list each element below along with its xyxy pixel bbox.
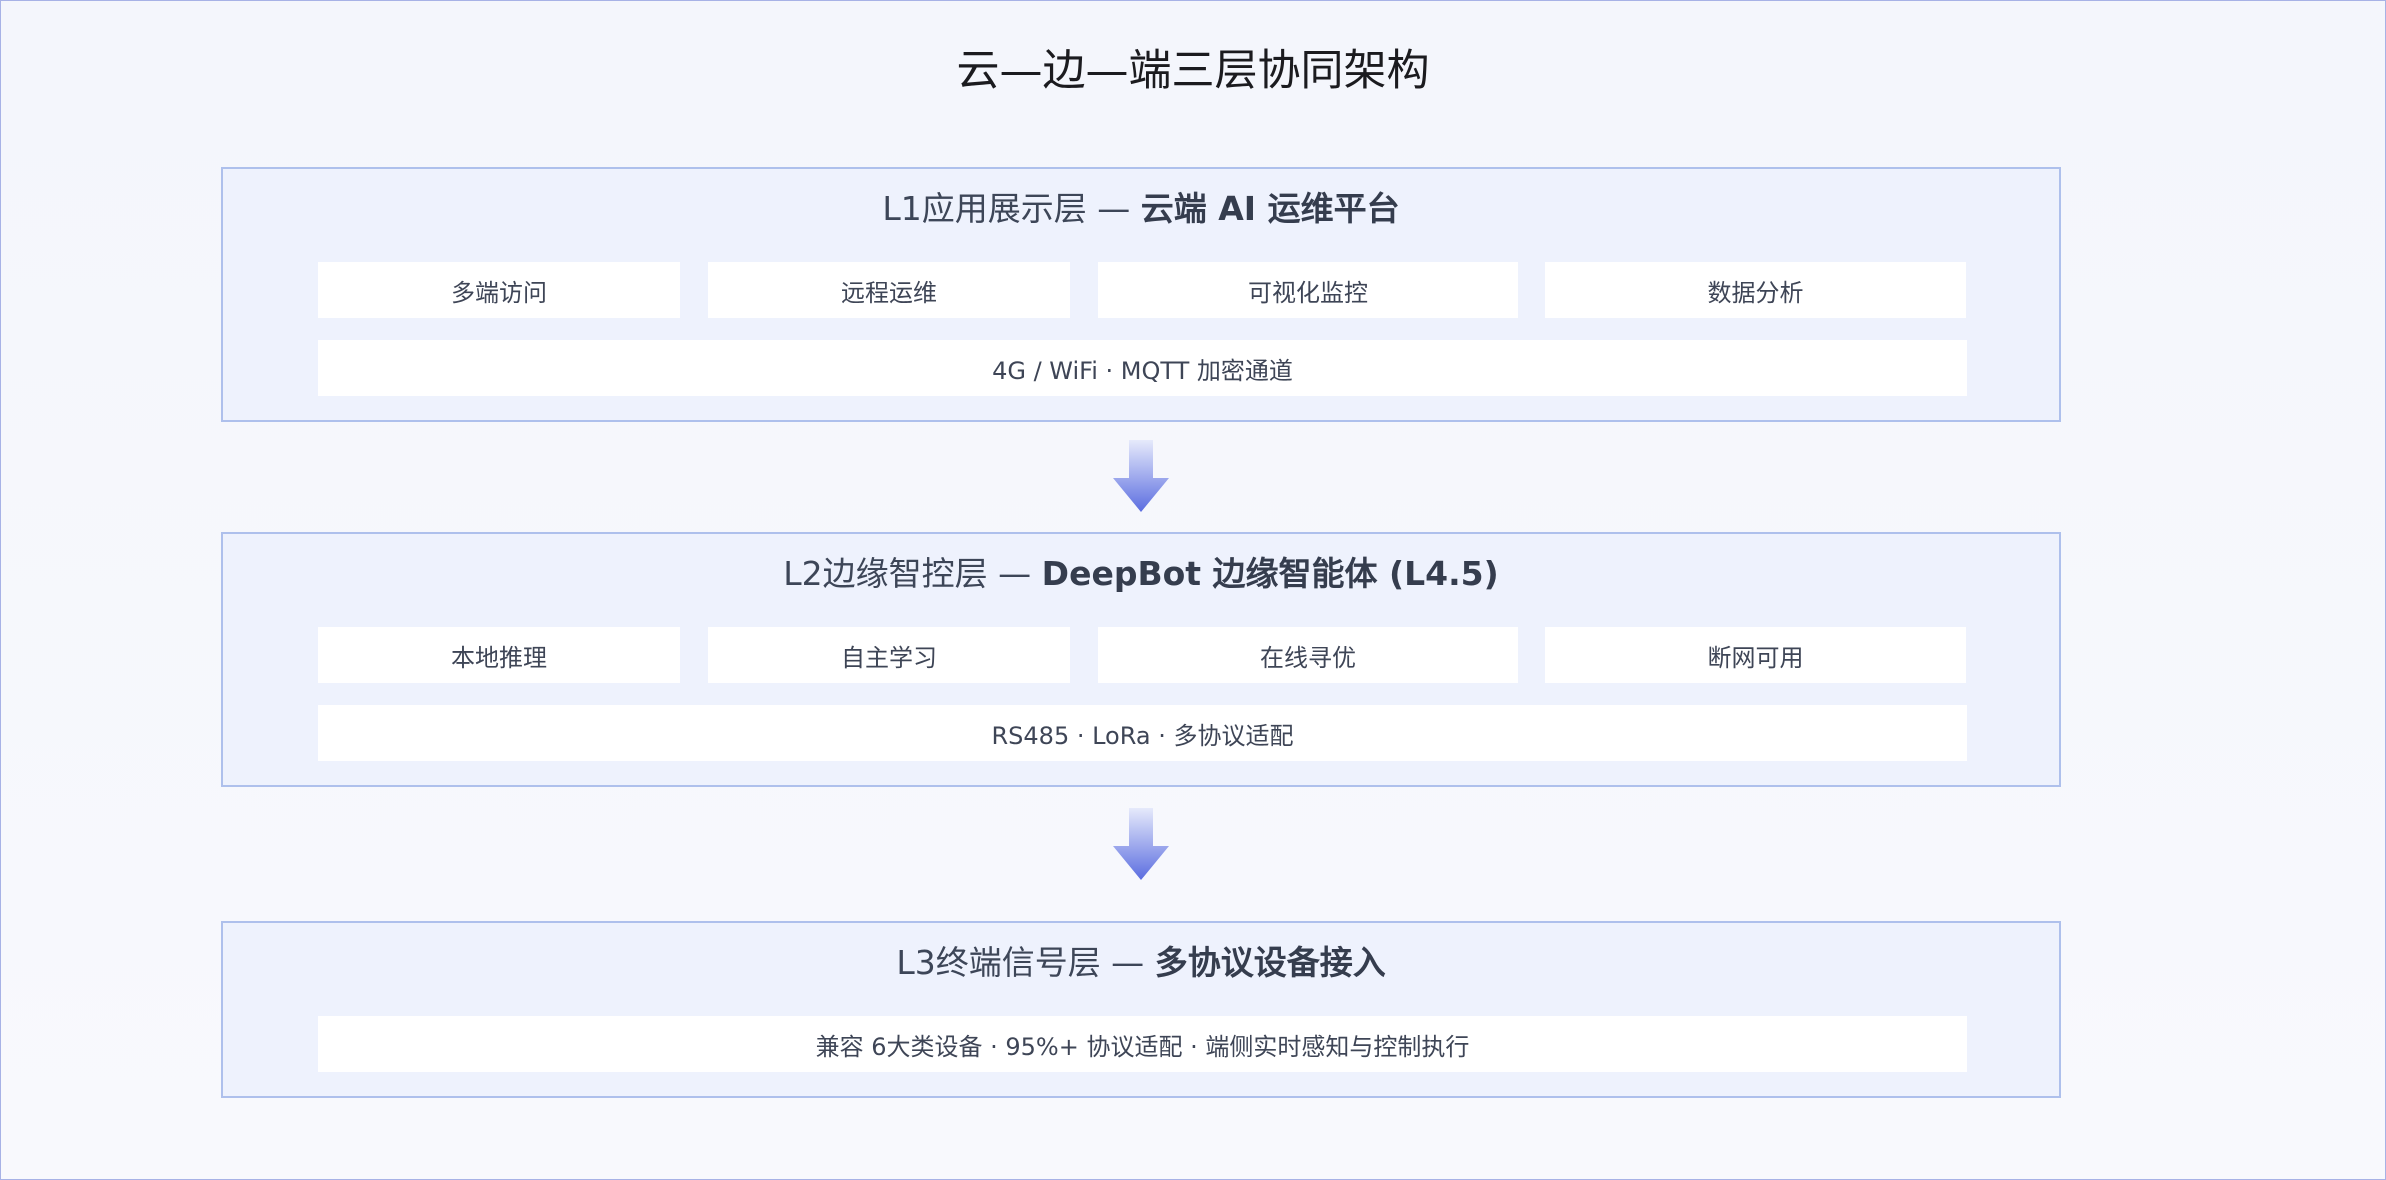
layer-l2-item: 自主学习: [708, 627, 1070, 683]
layer-l1-item: 多端访问: [318, 262, 680, 318]
layer-l1-item: 远程运维: [708, 262, 1070, 318]
layer-l2-edge: L2边缘智控层 — DeepBot 边缘智能体 (L4.5) 本地推理 自主学习…: [221, 532, 2061, 787]
layer-l2-title: L2边缘智控层 — DeepBot 边缘智能体 (L4.5): [223, 554, 2059, 594]
layer-l1-highlight: 云端 AI 运维平台: [1140, 189, 1400, 228]
layer-l2-item: 在线寻优: [1098, 627, 1518, 683]
layer-l1-item: 可视化监控: [1098, 262, 1518, 318]
arrow-down-icon: [1113, 440, 1169, 512]
layer-l2-item: 断网可用: [1545, 627, 1966, 683]
layer-l1-title: L1应用展示层 — 云端 AI 运维平台: [223, 189, 2059, 229]
layer-l1-channel-bar: 4G / WiFi · MQTT 加密通道: [318, 340, 1967, 396]
layer-l2-item: 本地推理: [318, 627, 680, 683]
layer-l3-terminal: L3终端信号层 — 多协议设备接入 兼容 6大类设备 · 95%+ 协议适配 ·…: [221, 921, 2061, 1098]
layer-l3-highlight: 多协议设备接入: [1154, 943, 1386, 982]
layer-l2-label: L2边缘智控层 —: [783, 554, 1042, 593]
layer-l2-protocol-bar: RS485 · LoRa · 多协议适配: [318, 705, 1967, 761]
layer-l2-highlight: DeepBot 边缘智能体 (L4.5): [1041, 554, 1499, 593]
layer-l1-application: L1应用展示层 — 云端 AI 运维平台 多端访问 远程运维 可视化监控 数据分…: [221, 167, 2061, 422]
arrow-down-icon: [1113, 808, 1169, 880]
layer-l1-item: 数据分析: [1545, 262, 1966, 318]
diagram-title: 云—边—端三层协同架构: [956, 46, 1430, 96]
layer-l3-label: L3终端信号层 —: [896, 943, 1155, 982]
layer-l3-title: L3终端信号层 — 多协议设备接入: [223, 943, 2059, 983]
layer-l3-device-bar: 兼容 6大类设备 · 95%+ 协议适配 · 端侧实时感知与控制执行: [318, 1016, 1967, 1072]
layer-l1-label: L1应用展示层 —: [882, 189, 1141, 228]
